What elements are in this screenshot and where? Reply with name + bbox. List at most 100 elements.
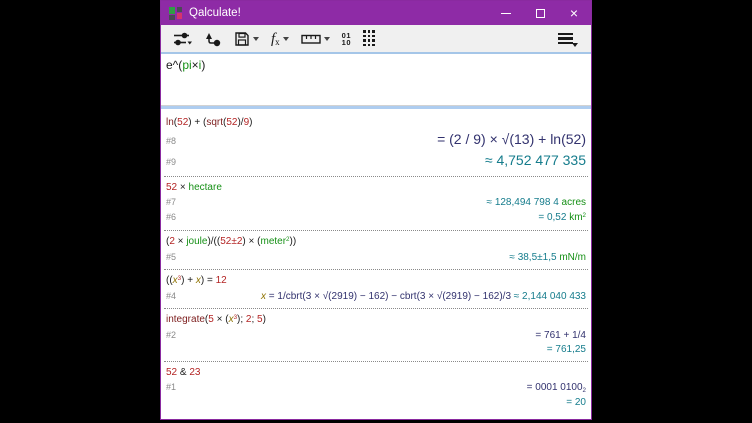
history-result-value[interactable]: = 761 + 1/4 — [176, 329, 586, 343]
hamburger-menu-icon — [556, 31, 575, 47]
exact-toggle-button[interactable] — [200, 27, 226, 51]
expression-input[interactable]: e^(pi×i) — [161, 54, 591, 105]
text-segment: x — [229, 314, 234, 325]
text-segment: ) + — [181, 275, 196, 286]
history-result-row[interactable]: #5≈ 38,5±1,5 mN/m — [161, 250, 591, 265]
text-segment: 3 — [234, 314, 237, 321]
minimize-icon — [501, 13, 511, 14]
history-expression[interactable]: 52 × hectare — [166, 181, 585, 194]
text-segment: ) — [249, 117, 252, 128]
text-segment: joule — [186, 236, 207, 247]
window-title: Qalculate! — [189, 7, 489, 19]
text-segment: ) × ( — [242, 236, 260, 247]
history-result-value[interactable]: = 20 — [166, 396, 586, 410]
save-button[interactable] — [230, 27, 263, 51]
history-result-row[interactable]: #7≈ 128,494 798 4 acres — [161, 195, 591, 210]
keypad-button[interactable] — [359, 27, 379, 51]
text-segment: ln — [166, 117, 174, 128]
history-expression[interactable]: ln(52) + (sqrt(52)/9) — [166, 116, 585, 129]
text-segment: )/(( — [207, 236, 220, 247]
app-icon — [168, 6, 183, 21]
history-result-row[interactable]: #8 = (2 / 9) × √(13) + ln(52) — [161, 130, 591, 151]
history-expression[interactable]: ((x3) + x) = 12 — [166, 274, 585, 288]
text-segment: km — [569, 212, 582, 223]
history-result-value[interactable]: = 0,52 km2 — [176, 211, 586, 226]
text-segment: = 0001 0100 — [527, 382, 583, 393]
text-segment: 52 — [166, 182, 177, 193]
text-segment: 52±2 — [220, 236, 242, 247]
text-segment: 2 — [583, 212, 586, 219]
history-result-value[interactable]: ≈ 38,5±1,5 mN/m — [176, 251, 586, 265]
history-result-row[interactable]: = 761,25 — [161, 343, 591, 357]
history-expression[interactable]: (2 × joule)/((52±2) × (meter2)) — [166, 235, 585, 249]
history-result-row[interactable]: #1= 0001 01002 — [161, 380, 591, 396]
history-separator — [164, 307, 588, 309]
history-result-value[interactable]: x = 1/cbrt(3 × √(2919) − 162) − cbrt(3 ×… — [176, 290, 586, 304]
text-segment: 52 — [226, 117, 237, 128]
text-segment: = 0,52 — [538, 212, 569, 223]
history-result-row[interactable]: = 20 — [161, 396, 591, 410]
history-separator — [164, 360, 588, 362]
text-segment: acres — [562, 197, 586, 208]
text-segment: × — [175, 236, 186, 247]
number-bases-button[interactable]: 01 10 — [338, 27, 355, 51]
history-result-value[interactable]: ≈ 4,752 477 335 — [176, 151, 586, 170]
text-segment: = (2 / 9) × √(13) + ln(52) — [437, 131, 586, 147]
minimize-button[interactable] — [489, 1, 523, 25]
text-segment: ) — [263, 314, 266, 325]
text-segment: 2 — [583, 387, 586, 394]
history-expression[interactable]: integrate(5 × (x3); 2; 5) — [166, 313, 585, 327]
text-segment: 52 — [177, 117, 188, 128]
history-result-row[interactable]: #9≈ 4,752 477 335 — [161, 151, 591, 172]
history-separator — [164, 268, 588, 270]
toolbar: fx 01 10 — [161, 25, 591, 54]
history-result-row[interactable]: #4x = 1/cbrt(3 × √(2919) − 162) − cbrt(3… — [161, 289, 591, 304]
binary-icon: 01 10 — [342, 32, 351, 46]
history-result-value[interactable]: ≈ 128,494 798 4 acres — [176, 196, 586, 210]
history-result-row[interactable]: #2= 761 + 1/4 — [161, 328, 591, 343]
text-segment: integrate — [166, 314, 205, 325]
text-segment: 52 — [166, 367, 177, 378]
text-segment: & — [177, 367, 189, 378]
text-segment: 2 — [286, 236, 289, 243]
text-segment: 23 — [189, 367, 200, 378]
history-result-value[interactable]: = (2 / 9) × √(13) + ln(52) — [176, 130, 586, 149]
history-expression[interactable]: 52 & 23 — [166, 366, 585, 379]
history-result-row[interactable]: #6= 0,52 km2 — [161, 210, 591, 226]
text-segment: (( — [166, 275, 173, 286]
history-separator — [164, 229, 588, 231]
text-segment: = 761,25 — [547, 344, 586, 355]
text-segment: x — [173, 275, 178, 286]
menu-button[interactable] — [552, 27, 579, 51]
text-segment: meter — [260, 236, 286, 247]
ruler-icon — [301, 32, 321, 46]
menu-caret-icon — [572, 43, 578, 47]
text-segment: ) — [201, 58, 205, 72]
text-segment: hectare — [189, 182, 222, 193]
history-index-label: #8 — [166, 132, 176, 151]
close-icon: × — [570, 6, 578, 20]
units-dropdown-caret — [324, 37, 330, 41]
history-index-label: #4 — [166, 289, 176, 303]
text-segment: 12 — [216, 275, 227, 286]
close-button[interactable]: × — [557, 1, 591, 25]
units-button[interactable] — [297, 27, 334, 51]
text-segment: )) — [290, 236, 297, 247]
history-result-value[interactable]: = 0001 01002 — [176, 381, 586, 396]
history-index-label: #9 — [166, 153, 176, 172]
fx-icon: fx — [271, 30, 280, 48]
text-segment: sqrt — [206, 117, 223, 128]
text-segment: × — [192, 58, 199, 72]
text-segment: ≈ 128,494 798 4 — [487, 197, 562, 208]
maximize-button[interactable] — [523, 1, 557, 25]
qalculate-window: Qalculate! × — [160, 0, 592, 420]
history-separator — [164, 175, 588, 177]
functions-button[interactable]: fx — [267, 27, 293, 51]
history-index-label: #7 — [166, 195, 176, 209]
history-panel[interactable]: ln(52) + (sqrt(52)/9) #8 = (2 / 9) × √(13)… — [161, 109, 591, 419]
tune-icon — [173, 31, 192, 47]
mode-button[interactable] — [169, 27, 196, 51]
save-icon — [234, 31, 250, 47]
history-result-value[interactable]: = 761,25 — [166, 343, 586, 357]
history-index-label: #5 — [166, 250, 176, 264]
